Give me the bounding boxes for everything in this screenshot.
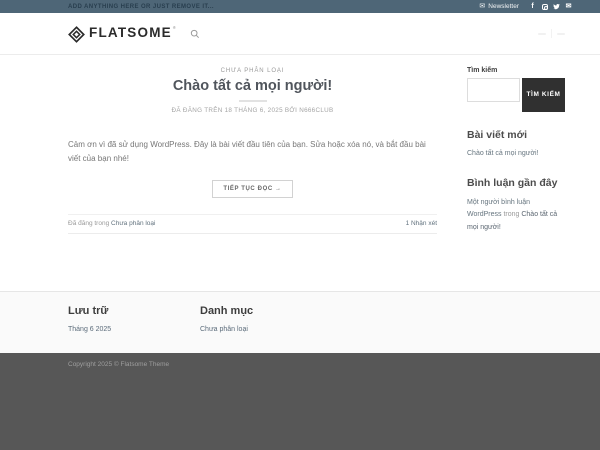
social-icons: f ✉ (529, 3, 572, 10)
post-category-label[interactable]: CHƯA PHÂN LOẠI (68, 68, 437, 74)
recent-post-link[interactable]: Chào tất cả mọi người! (467, 149, 565, 160)
diamond-logo-icon (68, 26, 85, 43)
posted-in-prefix: Đã đăng trong (68, 220, 112, 227)
post-footer: Đã đăng trong Chưa phân loại 1 Nhận xét (68, 214, 437, 234)
main-content: CHƯA PHÂN LOẠI Chào tất cả mọi người! ĐÃ… (0, 55, 600, 291)
copyright-text: Copyright 2025 © Flatsome Theme (68, 361, 170, 368)
read-more-button[interactable]: TIẾP TỤC ĐỌC → (212, 180, 293, 198)
post-meta: ĐÃ ĐĂNG TRÊN 18 THÁNG 6, 2025 BỞI N666CL… (171, 107, 334, 114)
categories-widget: Danh mục Chưa phân loại (200, 305, 332, 353)
archives-title: Lưu trữ (68, 305, 109, 317)
facebook-icon[interactable]: f (529, 3, 536, 10)
header-nav-placeholder (538, 29, 565, 38)
recent-comment-item: Một người bình luận WordPress trong Chào… (467, 197, 565, 236)
posted-in-category-link[interactable]: Chưa phân loại (111, 220, 155, 227)
topbar: ADD ANYTHING HERE OR JUST REMOVE IT... ✉… (0, 0, 600, 13)
instagram-icon[interactable] (541, 3, 548, 10)
comments-link[interactable]: 1 Nhận xét (406, 220, 437, 227)
registered-mark: ® (172, 25, 176, 30)
category-link[interactable]: Chưa phân loại (200, 326, 248, 333)
archive-link[interactable]: Tháng 6 2025 (68, 326, 111, 333)
footer-dark: Copyright 2025 © Flatsome Theme (0, 353, 600, 450)
topbar-right: ✉ Newsletter f ✉ (479, 3, 572, 10)
posted-in: Đã đăng trong Chưa phân loại (68, 220, 155, 227)
archives-widget: Lưu trữ Tháng 6 2025 (68, 305, 200, 353)
sidebar-search-label: Tìm kiếm (467, 67, 498, 74)
blog-post: CHƯA PHÂN LOẠI Chào tất cả mọi người! ĐÃ… (68, 55, 437, 291)
twitter-icon[interactable] (553, 3, 560, 10)
categories-title: Danh mục (200, 305, 254, 317)
sidebar-search-input[interactable] (467, 78, 520, 102)
sidebar-search-button[interactable]: TÌM KIẾM (522, 78, 565, 112)
post-title[interactable]: Chào tất cả mọi người! (68, 78, 437, 94)
recent-comments-title: Bình luận gần đây (467, 176, 558, 189)
search-icon[interactable] (190, 29, 200, 39)
sidebar: Tìm kiếm TÌM KIẾM Bài viết mới Chào tất … (467, 55, 565, 291)
title-divider (238, 100, 267, 102)
footer-widgets: Lưu trữ Tháng 6 2025 Danh mục Chưa phân … (0, 291, 600, 353)
comment-connector: trong (501, 211, 522, 219)
site-header: FLATSOME ® (0, 13, 600, 55)
logo-text: FLATSOME (89, 25, 172, 40)
newsletter-label: Newsletter (488, 3, 519, 10)
envelope-icon: ✉ (479, 3, 486, 10)
recent-posts-title: Bài viết mới (467, 129, 527, 141)
newsletter-link[interactable]: ✉ Newsletter (479, 3, 519, 10)
site-logo[interactable]: FLATSOME ® (68, 24, 176, 43)
topbar-message: ADD ANYTHING HERE OR JUST REMOVE IT... (68, 3, 214, 10)
email-icon[interactable]: ✉ (565, 3, 572, 10)
post-excerpt: Cảm ơn vì đã sử dụng WordPress. Đây là b… (68, 140, 426, 163)
